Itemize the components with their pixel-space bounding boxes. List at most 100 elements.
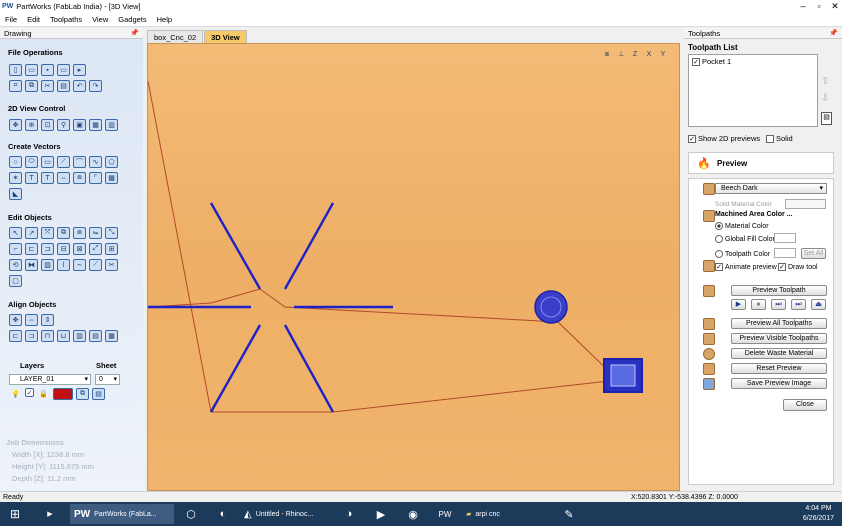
taskbar-folder[interactable]: ▰ arpi cnc (462, 504, 552, 524)
toolpath-color-radio[interactable] (715, 250, 723, 258)
3d-view-canvas[interactable]: ⧈ ⊥ Z X Y (147, 43, 680, 491)
tab-3d-view[interactable]: 3D View (204, 30, 247, 43)
rotate-icon[interactable]: ⟲ (9, 259, 22, 271)
reset-preview-button[interactable]: Reset Preview (731, 363, 827, 374)
move-up-icon[interactable]: ⇧ (821, 76, 829, 87)
transform-icon[interactable]: ⤧ (41, 227, 54, 239)
weld-icon[interactable]: ⊐ (41, 243, 54, 255)
pw3d-icon[interactable]: PW (430, 504, 460, 524)
align-horizontal-icon[interactable]: ⇔ (25, 314, 38, 326)
sheet-manager-icon[interactable]: ▤ (92, 388, 105, 400)
preview-visible-button[interactable]: Preview Visible Toolpaths (731, 333, 827, 344)
maximize-icon[interactable]: ▫ (812, 0, 826, 13)
menu-edit[interactable]: Edit (22, 15, 45, 24)
material-color-radio[interactable] (715, 222, 723, 230)
fast-forward-icon[interactable]: ⏭ (791, 299, 806, 310)
grid-icon[interactable]: ▦ (105, 172, 118, 184)
rectangle-icon[interactable]: ▭ (41, 156, 54, 168)
star-icon[interactable]: ✶ (9, 172, 22, 184)
align-mid-v-icon[interactable]: ▤ (89, 330, 102, 342)
align-left-icon[interactable]: ⊏ (9, 330, 22, 342)
copy-icon[interactable]: ⧉ (25, 80, 38, 92)
ungroup-icon[interactable]: ⧈ (73, 227, 86, 239)
align-center-icon[interactable]: ✥ (9, 314, 22, 326)
view-icon[interactable]: ▣ (73, 119, 86, 131)
offset-icon[interactable]: ⧈ (73, 172, 86, 184)
new-file-icon[interactable]: ▯ (9, 64, 22, 76)
set-all-button[interactable]: Set All (801, 248, 826, 259)
node-edit-icon[interactable]: ↗ (25, 227, 38, 239)
subtract-icon[interactable]: ⊟ (57, 243, 70, 255)
align-top-icon[interactable]: ⊓ (41, 330, 54, 342)
preview-all-button[interactable]: Preview All Toolpaths (731, 318, 827, 329)
align-mid-h-icon[interactable]: ▥ (73, 330, 86, 342)
global-fill-option[interactable]: Global Fill Color (715, 235, 775, 243)
media-icon[interactable]: ▶ (32, 504, 68, 524)
zoom-icon[interactable]: ⚲ (57, 119, 70, 131)
fit-curve-icon[interactable]: ▢ (9, 275, 22, 287)
distribute-icon[interactable]: ▦ (105, 330, 118, 342)
nest-icon[interactable]: ▨ (41, 259, 54, 271)
view-toggle-icon[interactable]: ▥ (105, 119, 118, 131)
layer-visible-checkbox[interactable]: ✓ (25, 388, 34, 397)
solid-checkbox[interactable] (766, 135, 774, 144)
minimize-icon[interactable]: – (796, 0, 810, 13)
select-icon[interactable]: ↖ (9, 227, 22, 239)
join-icon[interactable]: ⊏ (25, 243, 38, 255)
fillet-icon[interactable]: ⌜ (89, 172, 102, 184)
menu-view[interactable]: View (87, 15, 113, 24)
intersect-icon[interactable]: ⊠ (73, 243, 86, 255)
scale-icon[interactable]: ⤢ (89, 243, 102, 255)
delete-waste-button[interactable]: Delete Waste Material (731, 348, 827, 359)
list-item[interactable]: ✓ Pocket 1 (689, 55, 817, 68)
material-color-option[interactable]: Material Color (715, 222, 769, 230)
pan-icon[interactable]: ✥ (9, 119, 22, 131)
job-setup-icon[interactable]: ⌗ (9, 80, 22, 92)
folder-icon[interactable]: ▭ (57, 64, 70, 76)
lock-icon[interactable]: 🔒 (37, 388, 50, 400)
layer-select[interactable]: LAYER_01 ▾ (9, 374, 91, 385)
draw-tool-checkbox[interactable]: ✓ (778, 263, 786, 271)
sheet-select[interactable]: 0 ▾ (95, 374, 120, 385)
animate-checkbox[interactable]: ✓ (715, 263, 723, 271)
redo-icon[interactable]: ↷ (89, 80, 102, 92)
media-player-icon[interactable]: ▶ (366, 504, 396, 524)
undo-icon[interactable]: ↶ (73, 80, 86, 92)
pause-icon[interactable]: ⏸ (751, 299, 766, 310)
smooth-icon[interactable]: ∼ (73, 259, 86, 271)
zoom-extents-icon[interactable]: ⊡ (41, 119, 54, 131)
polyline-icon[interactable]: ⟋ (57, 156, 70, 168)
system-clock[interactable]: 4:04 PM 6/26/2017 (803, 504, 834, 524)
chrome-icon[interactable]: ◉ (398, 504, 428, 524)
menu-help[interactable]: Help (152, 15, 177, 24)
zoom-box-icon[interactable]: ⊕ (25, 119, 38, 131)
pin-icon[interactable]: 📌 (829, 28, 838, 39)
distort-icon[interactable]: ⌇ (57, 259, 70, 271)
align-bottom-icon[interactable]: ⊔ (57, 330, 70, 342)
trim-icon[interactable]: ⌐ (9, 243, 22, 255)
material-select[interactable]: Beech Dark ▾ (715, 183, 827, 194)
dimension-icon[interactable]: ⇔ (57, 172, 70, 184)
mirror-icon[interactable]: ⇋ (89, 227, 102, 239)
close-button[interactable]: Close (783, 399, 827, 411)
solid-color-picker[interactable] (785, 199, 826, 209)
toolpath-checkbox[interactable]: ✓ (692, 58, 700, 67)
global-fill-radio[interactable] (715, 235, 723, 243)
preview-toolpath-button[interactable]: Preview Toolpath (731, 285, 827, 296)
layer-manager-icon[interactable]: ⧉ (76, 388, 89, 400)
move-down-icon[interactable]: ⇩ (821, 93, 829, 104)
align-right-icon[interactable]: ⊐ (25, 330, 38, 342)
skip-end-icon[interactable]: ⏏ (811, 299, 826, 310)
scissors-icon[interactable]: ✂ (105, 259, 118, 271)
import-icon[interactable]: ▸ (73, 64, 86, 76)
tab-box-cnc[interactable]: box_Cnc_02 (147, 30, 204, 43)
toolpath-color-picker[interactable] (774, 248, 796, 258)
app-icon[interactable]: ◐ (208, 504, 238, 524)
delete-toolpath-icon[interactable]: ▤ (821, 112, 832, 125)
open-folder-icon[interactable]: ▭ (25, 64, 38, 76)
play-icon[interactable]: ▶ (731, 299, 746, 310)
arc-icon[interactable]: ⌒ (73, 156, 86, 168)
cut-icon[interactable]: ✂ (41, 80, 54, 92)
global-fill-color-picker[interactable] (774, 233, 796, 243)
text-icon[interactable]: T (25, 172, 38, 184)
